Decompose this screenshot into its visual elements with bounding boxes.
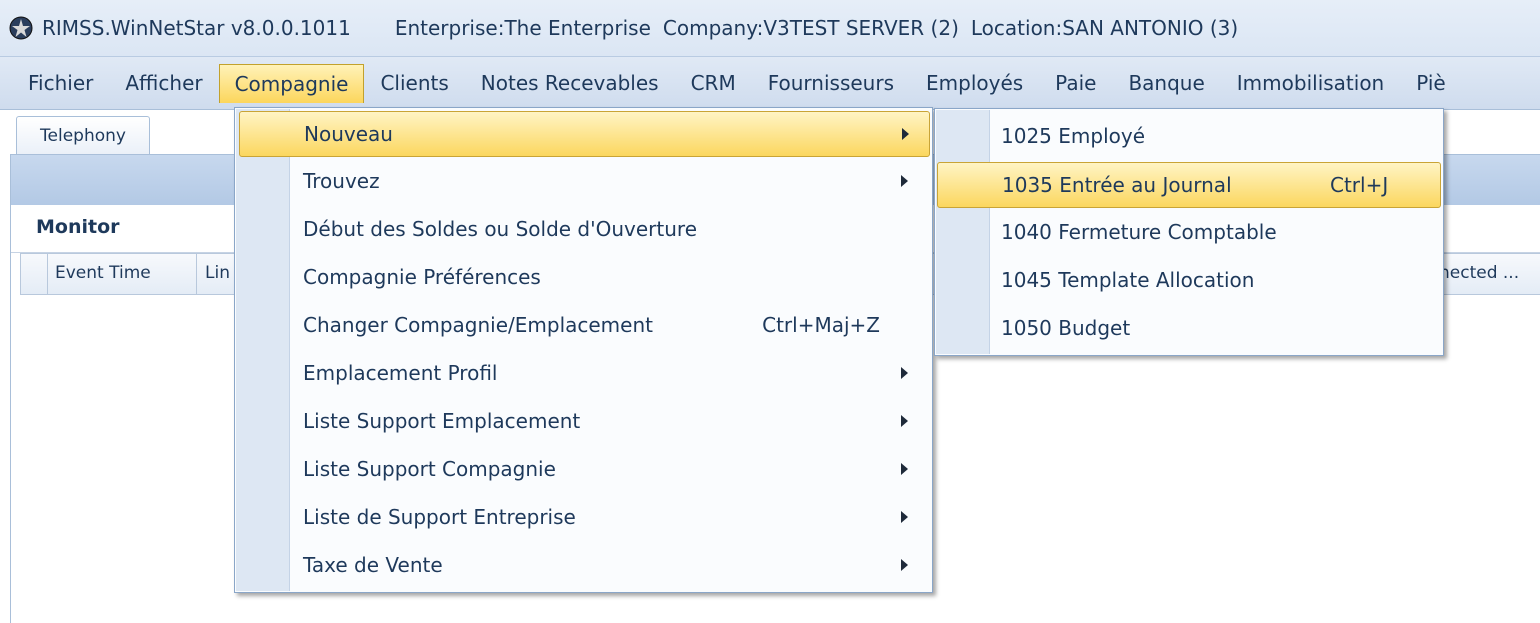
submenu-arrow-icon — [901, 511, 908, 523]
row-indicator-header — [21, 254, 48, 294]
menu-paie[interactable]: Paie — [1039, 64, 1112, 102]
app-logo-icon — [8, 15, 34, 41]
menu-clients[interactable]: Clients — [364, 64, 464, 102]
menu-item-shortcut: Ctrl+Maj+Z — [762, 313, 880, 337]
submenu-item-label: 1045 Template Allocation — [1001, 268, 1255, 292]
menu-compagnie[interactable]: Compagnie — [218, 63, 365, 103]
menu-crm[interactable]: CRM — [675, 64, 752, 102]
menu-item-liste-support-emplacement[interactable]: Liste Support Emplacement — [239, 399, 928, 443]
title-bar: RIMSS.WinNetStar v8.0.0.1011 Enterprise:… — [0, 0, 1540, 56]
location-label: Location:SAN ANTONIO (3) — [970, 16, 1239, 40]
submenu-arrow-icon — [901, 463, 908, 475]
menu-item-label: Liste Support Compagnie — [303, 457, 556, 481]
submenu-item-label: 1025 Employé — [1001, 124, 1146, 148]
menu-item-changer-compagnie[interactable]: Changer Compagnie/Emplacement Ctrl+Maj+Z — [239, 303, 928, 347]
monitor-label: Monitor — [36, 216, 120, 238]
menu-item-compagnie-preferences[interactable]: Compagnie Préférences — [239, 255, 928, 299]
menu-item-label: Changer Compagnie/Emplacement — [303, 313, 653, 337]
company-label: Company:V3TEST SERVER (2) — [662, 16, 959, 40]
menu-item-label: Compagnie Préférences — [303, 265, 541, 289]
tab-telephony[interactable]: Telephony — [16, 116, 150, 155]
menu-bar: Fichier Afficher Compagnie Clients Notes… — [0, 56, 1540, 110]
menu-fichier[interactable]: Fichier — [0, 64, 109, 102]
submenu-arrow-icon — [901, 559, 908, 571]
menu-item-label: Nouveau — [304, 122, 393, 146]
column-event-time[interactable]: Event Time — [55, 254, 195, 294]
menu-item-trouvez[interactable]: Trouvez — [239, 159, 928, 203]
menu-item-liste-support-entreprise[interactable]: Liste de Support Entreprise — [239, 495, 928, 539]
submenu-item-shortcut: Ctrl+J — [1330, 173, 1389, 197]
menu-item-emplacement-profil[interactable]: Emplacement Profil — [239, 351, 928, 395]
app-name: RIMSS.WinNetStar v8.0.0.1011 — [42, 16, 351, 40]
submenu-arrow-icon — [901, 415, 908, 427]
menu-item-label: Taxe de Vente — [303, 553, 443, 577]
compagnie-dropdown-menu: Nouveau Trouvez Début des Soldes ou Sold… — [234, 107, 933, 593]
menu-item-nouveau[interactable]: Nouveau — [239, 111, 930, 157]
submenu-arrow-icon — [901, 367, 908, 379]
submenu-item-label: 1035 Entrée au Journal — [1002, 173, 1232, 197]
menu-notes-recevables[interactable]: Notes Recevables — [465, 64, 675, 102]
menu-item-liste-support-compagnie[interactable]: Liste Support Compagnie — [239, 447, 928, 491]
menu-fournisseurs[interactable]: Fournisseurs — [752, 64, 910, 102]
menu-employes[interactable]: Employés — [910, 64, 1039, 102]
menu-item-debut-des-soldes[interactable]: Début des Soldes ou Solde d'Ouverture — [239, 207, 928, 251]
submenu-item-fermeture-comptable[interactable]: 1040 Fermeture Comptable — [937, 210, 1439, 254]
panel-left-border — [10, 154, 11, 623]
submenu-item-entree-au-journal[interactable]: 1035 Entrée au Journal Ctrl+J — [937, 162, 1441, 208]
enterprise-label: Enterprise:The Enterprise — [394, 16, 651, 40]
menu-pieces[interactable]: Piè — [1400, 64, 1461, 102]
nouveau-submenu: 1025 Employé 1035 Entrée au Journal Ctrl… — [934, 108, 1444, 356]
menu-item-label: Liste Support Emplacement — [303, 409, 581, 433]
menu-item-label: Emplacement Profil — [303, 361, 498, 385]
menu-immobilisation[interactable]: Immobilisation — [1221, 64, 1400, 102]
submenu-item-employe[interactable]: 1025 Employé — [937, 114, 1439, 158]
submenu-item-template-allocation[interactable]: 1045 Template Allocation — [937, 258, 1439, 302]
column-divider[interactable] — [196, 254, 197, 294]
submenu-item-label: 1040 Fermeture Comptable — [1001, 220, 1277, 244]
submenu-arrow-icon — [902, 128, 909, 140]
menu-item-taxe-de-vente[interactable]: Taxe de Vente — [239, 543, 928, 587]
menu-item-label: Début des Soldes ou Solde d'Ouverture — [303, 217, 698, 241]
menu-item-label: Liste de Support Entreprise — [303, 505, 576, 529]
menu-afficher[interactable]: Afficher — [109, 64, 218, 102]
submenu-arrow-icon — [901, 175, 908, 187]
menu-banque[interactable]: Banque — [1112, 64, 1220, 102]
submenu-item-label: 1050 Budget — [1001, 316, 1131, 340]
column-connected[interactable]: nected ... — [1439, 254, 1540, 294]
menu-item-label: Trouvez — [303, 169, 380, 193]
submenu-item-budget[interactable]: 1050 Budget — [937, 306, 1439, 350]
